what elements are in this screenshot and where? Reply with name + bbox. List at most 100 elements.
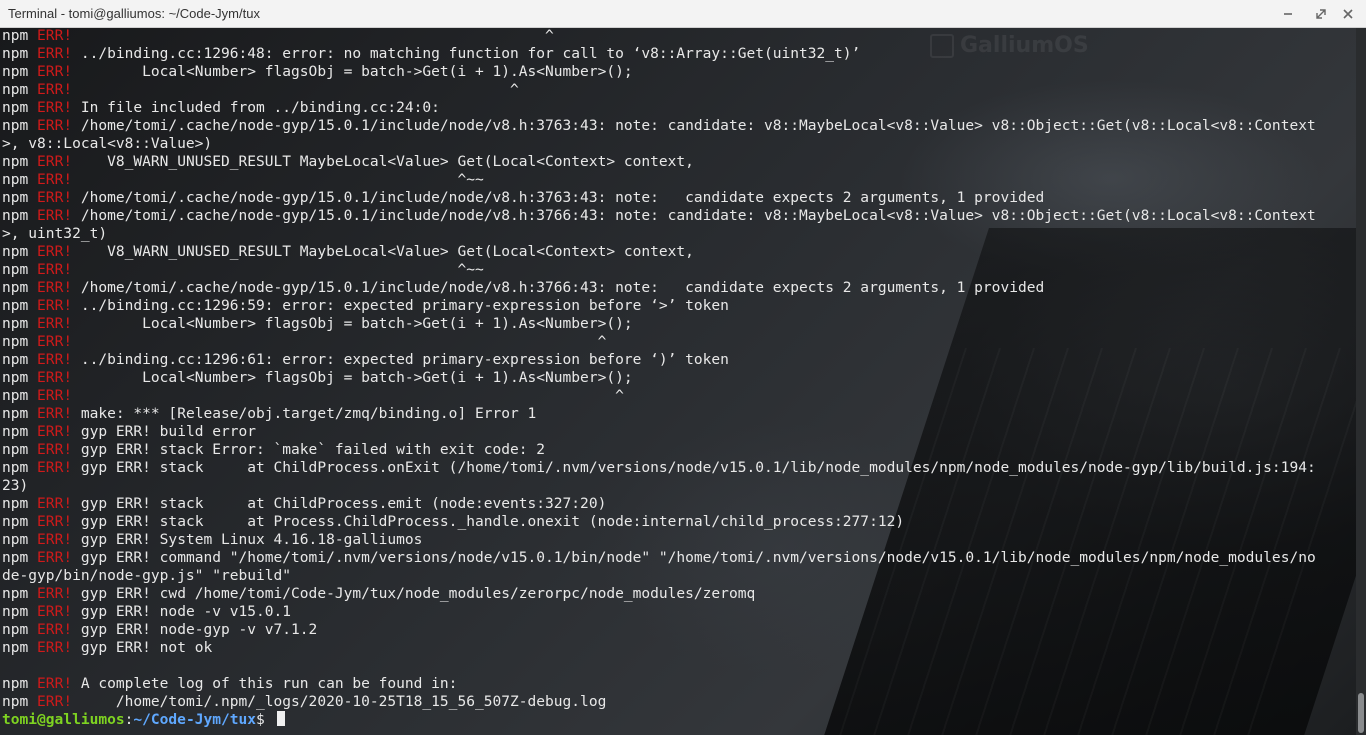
err-tag: ERR!: [37, 441, 73, 458]
terminal-line: npm ERR! /home/tomi/.cache/node-gyp/15.0…: [2, 117, 1316, 135]
npm-prefix: npm: [2, 531, 29, 548]
terminal-line: npm ERR! /home/tomi/.cache/node-gyp/15.0…: [2, 189, 1316, 207]
line-text: gyp ERR! stack at Process.ChildProcess._…: [72, 513, 905, 530]
line-text: /home/tomi/.cache/node-gyp/15.0.1/includ…: [72, 117, 1316, 134]
npm-prefix: npm: [2, 28, 29, 44]
terminal-output-area[interactable]: GalliumOS npm ERR! ^ npm ERR! ../binding.…: [0, 28, 1356, 735]
terminal-line: npm ERR! gyp ERR! stack at ChildProcess.…: [2, 459, 1316, 477]
window-titlebar: Terminal - tomi@galliumos: ~/Code-Jym/tu…: [0, 0, 1366, 28]
prompt-path: ~/Code-Jym/tux: [133, 711, 257, 728]
err-tag: ERR!: [37, 261, 73, 278]
err-tag: ERR!: [37, 28, 73, 44]
npm-prefix: npm: [2, 441, 29, 458]
terminal-scrollbar[interactable]: [1356, 28, 1366, 735]
terminal-line: npm ERR! ^: [2, 28, 1316, 45]
line-text: ^~~: [72, 261, 484, 278]
maximize-button[interactable]: [1311, 4, 1331, 24]
line-text: gyp ERR! System Linux 4.16.18-galliumos: [72, 531, 423, 548]
npm-prefix: npm: [2, 423, 29, 440]
err-tag: ERR!: [37, 171, 73, 188]
line-text: ^: [72, 387, 624, 404]
window-title: Terminal - tomi@galliumos: ~/Code-Jym/tu…: [8, 6, 260, 21]
npm-prefix: npm: [2, 153, 29, 170]
terminal-line: de-gyp/bin/node-gyp.js" "rebuild": [2, 567, 1316, 585]
line-text: ^: [72, 333, 607, 350]
command-prompt[interactable]: tomi@galliumos:~/Code-Jym/tux$: [2, 711, 1316, 729]
npm-prefix: npm: [2, 189, 29, 206]
line-text: ^~~: [72, 171, 484, 188]
line-text: In file included from ../binding.cc:24:0…: [72, 99, 440, 116]
npm-prefix: npm: [2, 549, 29, 566]
line-text: V8_WARN_UNUSED_RESULT MaybeLocal<Value> …: [72, 243, 694, 260]
line-text: >, uint32_t): [2, 225, 108, 242]
npm-prefix: npm: [2, 207, 29, 224]
terminal-line: npm ERR! ^: [2, 333, 1316, 351]
err-tag: ERR!: [37, 531, 73, 548]
err-tag: ERR!: [37, 495, 73, 512]
terminal-line: npm ERR! gyp ERR! build error: [2, 423, 1316, 441]
terminal-line: npm ERR! ^: [2, 81, 1316, 99]
line-text: gyp ERR! build error: [72, 423, 257, 440]
terminal-line: npm ERR! V8_WARN_UNUSED_RESULT MaybeLoca…: [2, 153, 1316, 171]
err-tag: ERR!: [37, 639, 73, 656]
close-button[interactable]: [1338, 4, 1358, 24]
err-tag: ERR!: [37, 351, 73, 368]
terminal-line: npm ERR! gyp ERR! not ok: [2, 639, 1316, 657]
terminal-line: npm ERR! /home/tomi/.npm/_logs/2020-10-2…: [2, 693, 1316, 711]
line-text: gyp ERR! node -v v15.0.1: [72, 603, 292, 620]
npm-prefix: npm: [2, 639, 29, 656]
line-text: A complete log of this run can be found …: [72, 675, 458, 692]
line-text: make: *** [Release/obj.target/zmq/bindin…: [72, 405, 537, 422]
terminal-line: npm ERR! A complete log of this run can …: [2, 675, 1316, 693]
terminal-line: npm ERR! gyp ERR! node-gyp -v v7.1.2: [2, 621, 1316, 639]
err-tag: ERR!: [37, 387, 73, 404]
npm-prefix: npm: [2, 693, 29, 710]
npm-prefix: npm: [2, 675, 29, 692]
terminal-line: npm ERR! ^~~: [2, 261, 1316, 279]
line-text: gyp ERR! not ok: [72, 639, 213, 656]
err-tag: ERR!: [37, 459, 73, 476]
npm-prefix: npm: [2, 405, 29, 422]
err-tag: ERR!: [37, 243, 73, 260]
line-text: gyp ERR! command "/home/tomi/.nvm/versio…: [72, 549, 1316, 566]
terminal-line: npm ERR! ^~~: [2, 171, 1316, 189]
line-text: V8_WARN_UNUSED_RESULT MaybeLocal<Value> …: [72, 153, 694, 170]
npm-prefix: npm: [2, 387, 29, 404]
line-text: gyp ERR! node-gyp -v v7.1.2: [72, 621, 318, 638]
terminal-line: npm ERR! ../binding.cc:1296:59: error: e…: [2, 297, 1316, 315]
terminal-line: 23): [2, 477, 1316, 495]
minimize-button[interactable]: [1278, 4, 1298, 24]
err-tag: ERR!: [37, 297, 73, 314]
terminal-line: npm ERR! /home/tomi/.cache/node-gyp/15.0…: [2, 207, 1316, 225]
npm-prefix: npm: [2, 513, 29, 530]
err-tag: ERR!: [37, 603, 73, 620]
err-tag: ERR!: [37, 405, 73, 422]
line-text: /home/tomi/.cache/node-gyp/15.0.1/includ…: [72, 189, 1045, 206]
terminal-line: npm ERR! Local<Number> flagsObj = batch-…: [2, 63, 1316, 81]
npm-prefix: npm: [2, 171, 29, 188]
line-text: gyp ERR! stack at ChildProcess.emit (nod…: [72, 495, 607, 512]
terminal-line: npm ERR! gyp ERR! cwd /home/tomi/Code-Jy…: [2, 585, 1316, 603]
npm-prefix: npm: [2, 117, 29, 134]
line-text: Local<Number> flagsObj = batch->Get(i + …: [72, 63, 633, 80]
scrollbar-thumb[interactable]: [1358, 693, 1364, 733]
npm-prefix: npm: [2, 603, 29, 620]
terminal-line: npm ERR! In file included from ../bindin…: [2, 99, 1316, 117]
line-text: ^: [72, 81, 519, 98]
npm-prefix: npm: [2, 297, 29, 314]
line-text: gyp ERR! stack at ChildProcess.onExit (/…: [72, 459, 1316, 476]
err-tag: ERR!: [37, 549, 73, 566]
terminal-line: npm ERR! ../binding.cc:1296:61: error: e…: [2, 351, 1316, 369]
npm-prefix: npm: [2, 333, 29, 350]
maximize-icon: [1316, 9, 1326, 19]
prompt-symbol: $: [256, 711, 274, 728]
terminal-line: npm ERR! ../binding.cc:1296:48: error: n…: [2, 45, 1316, 63]
terminal-line: npm ERR! gyp ERR! stack at Process.Child…: [2, 513, 1316, 531]
npm-prefix: npm: [2, 351, 29, 368]
err-tag: ERR!: [37, 207, 73, 224]
err-tag: ERR!: [37, 81, 73, 98]
terminal-line: npm ERR! gyp ERR! stack Error: `make` fa…: [2, 441, 1316, 459]
err-tag: ERR!: [37, 99, 73, 116]
err-tag: ERR!: [37, 63, 73, 80]
